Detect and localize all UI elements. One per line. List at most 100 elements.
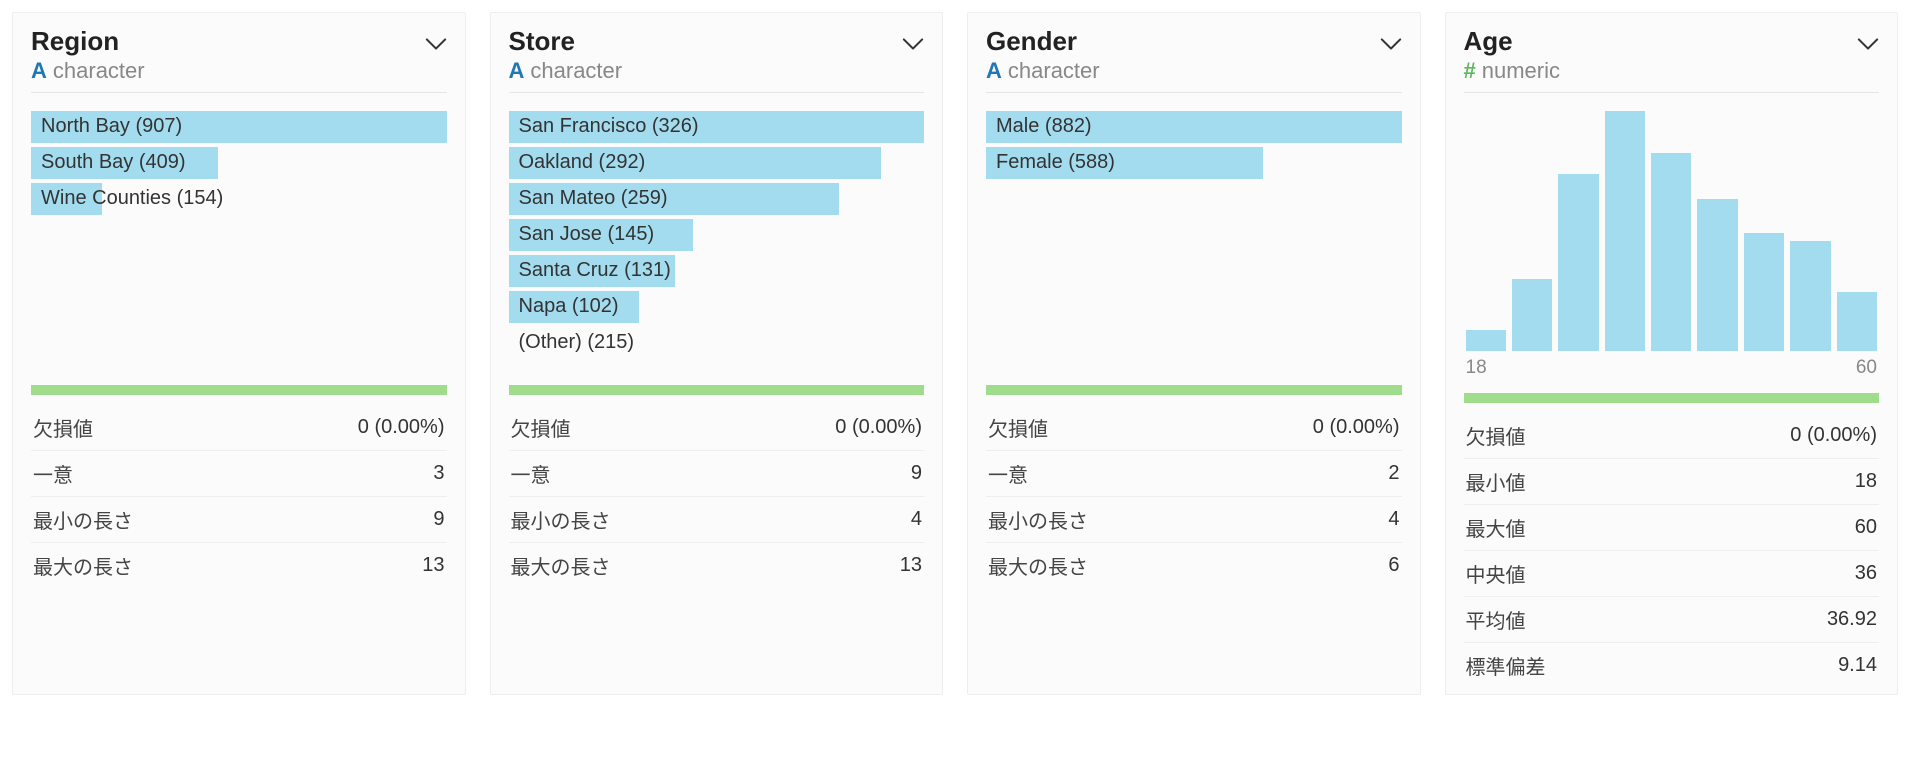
axis-min: 18 (1466, 357, 1487, 379)
stat-value: 36.92 (1827, 608, 1877, 631)
histogram-bin (1697, 199, 1737, 351)
completeness-bar (1464, 393, 1880, 403)
stat-key: 欠損値 (988, 413, 1048, 442)
card-gender: GenderAcharacter Male (882) Female (588) 欠損… (967, 12, 1421, 695)
stat-row: 中央値36 (1464, 550, 1880, 596)
stat-value: 60 (1855, 516, 1877, 539)
stats-table: 欠損値0 (0.00%)一意2最小の長さ4最大の長さ6 (986, 405, 1402, 588)
stat-row: 欠損値 0 (0.00%) (509, 405, 925, 450)
card-type: Acharacter (986, 58, 1100, 84)
category-bars: Male (882) Female (588) (986, 111, 1402, 371)
stat-value: 0 (0.00%) (835, 416, 922, 439)
stat-key: 中央値 (1466, 559, 1526, 588)
character-type-icon: A (986, 60, 1002, 82)
category-bars: San Francisco (326) Oakland (292) San Mate… (509, 111, 925, 371)
stat-key: 最小値 (1466, 467, 1526, 496)
stat-row: 一意9 (509, 450, 925, 496)
card-header: RegionAcharacter (31, 27, 447, 93)
summary-cards: RegionAcharacterNorth Bay (907)South Bay… (12, 12, 1898, 695)
histogram-bars (1464, 111, 1880, 351)
bar-row[interactable]: North Bay (907) (31, 111, 447, 143)
stat-value: 0 (0.00%) (1790, 424, 1877, 447)
stat-row: 平均値 36.92 (1464, 596, 1880, 642)
bar-label: North Bay (907) (31, 115, 182, 138)
bar-label: Santa Cruz (131) (509, 259, 671, 282)
bar-row[interactable]: Female (588) (986, 147, 1402, 179)
bar-label: San Mateo (259) (509, 187, 668, 210)
histogram-bin (1558, 174, 1598, 351)
category-bars: North Bay (907) South Bay (409) Wine Count… (31, 111, 447, 371)
stat-row: 欠損値0 (0.00%) (986, 405, 1402, 450)
stat-value: 4 (1388, 508, 1399, 531)
bar-label: (Other) (215) (509, 331, 635, 354)
histogram-bin (1651, 153, 1691, 351)
stat-key: 最小の長さ (988, 505, 1088, 534)
histogram-bin (1466, 330, 1506, 351)
histogram: 1860 (1464, 111, 1880, 379)
stat-key: 最大値 (1466, 513, 1526, 542)
stat-row: 最大値 60 (1464, 504, 1880, 550)
numeric-type-icon: # (1464, 60, 1476, 82)
stat-key: 一意 (33, 459, 73, 488)
bar-row[interactable]: (Other) (215) (509, 327, 925, 359)
bar-row[interactable]: San Mateo (259) (509, 183, 925, 215)
bar-row[interactable]: South Bay (409) (31, 147, 447, 179)
histogram-bin (1837, 292, 1877, 351)
stat-value: 2 (1388, 462, 1399, 485)
stat-row: 欠損値0 (0.00%) (31, 405, 447, 450)
stat-value: 13 (900, 554, 922, 577)
bar-row[interactable]: Male (882) (986, 111, 1402, 143)
stat-value: 9 (911, 462, 922, 485)
histogram-bin (1512, 279, 1552, 351)
card-type: # numeric (1464, 58, 1561, 84)
bar-label: San Francisco (326) (509, 115, 699, 138)
stat-value: 18 (1855, 470, 1877, 493)
bar-row[interactable]: San Francisco (326) (509, 111, 925, 143)
bar-row[interactable]: Santa Cruz (131) (509, 255, 925, 287)
stats-table: 欠損値0 (0.00%)一意3最小の長さ9最大の長さ13 (31, 405, 447, 588)
bar-label: South Bay (409) (31, 151, 186, 174)
bar-label: Napa (102) (509, 295, 619, 318)
card-title: Region (31, 27, 145, 56)
axis-max: 60 (1856, 357, 1877, 379)
expand-toggle[interactable] (425, 37, 447, 51)
card-region: RegionAcharacter North Bay (907) South Bay… (12, 12, 466, 695)
expand-toggle[interactable] (902, 37, 924, 51)
stat-key: 最大の長さ (988, 551, 1088, 580)
stat-row: 最小値 18 (1464, 458, 1880, 504)
bar-label: Wine Counties (154) (31, 187, 223, 210)
stat-row: 最大の長さ6 (986, 542, 1402, 588)
card-title: Gender (986, 27, 1100, 56)
bar-label: Female (588) (986, 151, 1115, 174)
stat-value: 3 (433, 462, 444, 485)
completeness-bar (31, 385, 447, 395)
stat-value: 13 (422, 554, 444, 577)
expand-toggle[interactable] (1380, 37, 1402, 51)
card-type: Acharacter (509, 58, 623, 84)
bar-row[interactable]: Wine Counties (154) (31, 183, 447, 215)
card-type: Acharacter (31, 58, 145, 84)
stat-row: 最大の長さ 13 (509, 542, 925, 588)
stats-table: 欠損値0 (0.00%)一意9最小の長さ4最大の長さ13 (509, 405, 925, 588)
histogram-axis: 1860 (1464, 357, 1880, 379)
stat-value: 0 (0.00%) (358, 416, 445, 439)
type-label: numeric (1482, 58, 1560, 84)
stat-key: 最小の長さ (33, 505, 133, 534)
stat-key: 欠損値 (511, 413, 571, 442)
histogram-bin (1790, 241, 1830, 350)
bar-row[interactable]: San Jose (145) (509, 219, 925, 251)
expand-toggle[interactable] (1857, 37, 1879, 51)
bar-row[interactable]: Oakland (292) (509, 147, 925, 179)
stat-key: 最大の長さ (511, 551, 611, 580)
card-header: GenderAcharacter (986, 27, 1402, 93)
completeness-bar (509, 385, 925, 395)
stat-value: 9 (433, 508, 444, 531)
stat-key: 平均値 (1466, 605, 1526, 634)
bar-row[interactable]: Napa (102) (509, 291, 925, 323)
histogram-bin (1744, 233, 1784, 351)
chevron-down-icon (902, 37, 924, 51)
stat-row: 最小の長さ 9 (31, 496, 447, 542)
stat-value: 9.14 (1838, 654, 1877, 677)
character-type-icon: A (31, 60, 47, 82)
stat-key: 最小の長さ (511, 505, 611, 534)
